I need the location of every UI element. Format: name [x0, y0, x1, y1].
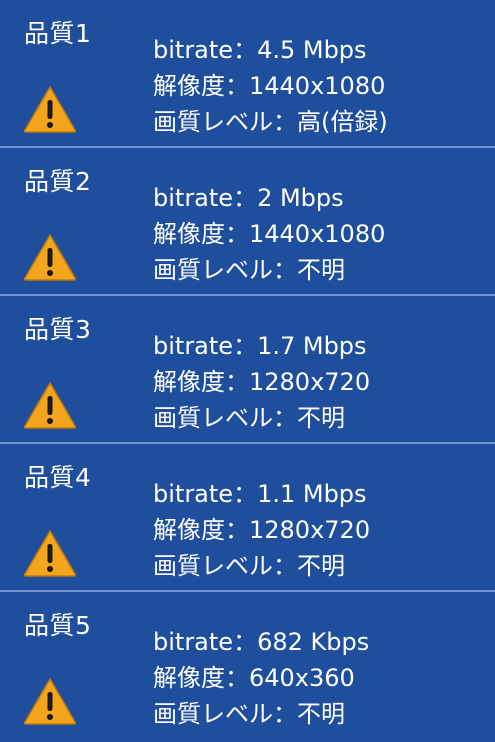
resolution-label: 解像度： [153, 220, 249, 248]
quality-level-line: 画質レベル：不明 [153, 548, 370, 584]
bitrate-value: 1.7 Mbps [257, 332, 367, 360]
item-details: bitrate：4.5 Mbps 解像度：1440x1080 画質レベル：高(倍… [153, 32, 388, 140]
bitrate-label: bitrate： [153, 184, 258, 212]
list-item-quality-4[interactable]: 品質4 bitrate：1.1 Mbps 解像度：1280x720 画質レベル：… [0, 444, 495, 592]
quality-level-line: 画質レベル：不明 [153, 696, 369, 732]
quality-level-label: 画質レベル： [153, 552, 297, 580]
warning-triangle-icon [22, 84, 78, 134]
quality-level-value: 不明 [297, 404, 345, 432]
quality-level-line: 画質レベル：不明 [153, 252, 385, 288]
item-title: 品質5 [24, 611, 92, 640]
quality-level-value: 高(倍録) [297, 108, 388, 136]
warning-triangle-icon [22, 528, 78, 578]
bitrate-line: bitrate：1.1 Mbps [153, 476, 370, 512]
bitrate-line: bitrate：682 Kbps [153, 624, 369, 660]
bitrate-label: bitrate： [153, 36, 258, 64]
bitrate-label: bitrate： [153, 332, 258, 360]
bitrate-value: 4.5 Mbps [257, 36, 367, 64]
resolution-line: 解像度：1280x720 [153, 364, 370, 400]
resolution-value: 640x360 [249, 664, 355, 692]
quality-level-value: 不明 [297, 552, 345, 580]
quality-level-label: 画質レベル： [153, 404, 297, 432]
resolution-line: 解像度：1440x1080 [153, 68, 388, 104]
quality-level-line: 画質レベル：不明 [153, 400, 370, 436]
item-details: bitrate：2 Mbps 解像度：1440x1080 画質レベル：不明 [153, 180, 385, 288]
warning-triangle-icon [22, 380, 78, 430]
quality-level-label: 画質レベル： [153, 256, 297, 284]
item-details: bitrate：682 Kbps 解像度：640x360 画質レベル：不明 [153, 624, 369, 732]
resolution-value: 1280x720 [249, 516, 371, 544]
quality-level-label: 画質レベル： [153, 108, 297, 136]
quality-list: 品質1 bitrate：4.5 Mbps 解像度：1440x1080 画質レベル… [0, 0, 495, 742]
bitrate-value: 1.1 Mbps [257, 480, 367, 508]
item-details: bitrate：1.7 Mbps 解像度：1280x720 画質レベル：不明 [153, 328, 370, 436]
bitrate-line: bitrate：2 Mbps [153, 180, 385, 216]
resolution-label: 解像度： [153, 72, 249, 100]
resolution-line: 解像度：1280x720 [153, 512, 370, 548]
resolution-line: 解像度：640x360 [153, 660, 369, 696]
resolution-label: 解像度： [153, 516, 249, 544]
bitrate-label: bitrate： [153, 628, 258, 656]
quality-level-value: 不明 [297, 256, 345, 284]
quality-level-line: 画質レベル：高(倍録) [153, 104, 388, 140]
item-title: 品質3 [24, 315, 92, 344]
item-title: 品質2 [24, 167, 92, 196]
quality-level-value: 不明 [297, 700, 345, 728]
resolution-value: 1280x720 [249, 368, 371, 396]
quality-level-label: 画質レベル： [153, 700, 297, 728]
resolution-value: 1440x1080 [249, 72, 386, 100]
bitrate-value: 2 Mbps [257, 184, 344, 212]
resolution-label: 解像度： [153, 664, 249, 692]
bitrate-line: bitrate：4.5 Mbps [153, 32, 388, 68]
resolution-label: 解像度： [153, 368, 249, 396]
warning-triangle-icon [22, 676, 78, 726]
list-item-quality-1[interactable]: 品質1 bitrate：4.5 Mbps 解像度：1440x1080 画質レベル… [0, 0, 495, 148]
list-item-quality-3[interactable]: 品質3 bitrate：1.7 Mbps 解像度：1280x720 画質レベル：… [0, 296, 495, 444]
resolution-line: 解像度：1440x1080 [153, 216, 385, 252]
bitrate-line: bitrate：1.7 Mbps [153, 328, 370, 364]
item-title: 品質1 [24, 19, 92, 48]
list-item-quality-5[interactable]: 品質5 bitrate：682 Kbps 解像度：640x360 画質レベル：不… [0, 592, 495, 742]
resolution-value: 1440x1080 [249, 220, 386, 248]
warning-triangle-icon [22, 232, 78, 282]
list-item-quality-2[interactable]: 品質2 bitrate：2 Mbps 解像度：1440x1080 画質レベル：不… [0, 148, 495, 296]
item-title: 品質4 [24, 463, 92, 492]
bitrate-label: bitrate： [153, 480, 258, 508]
bitrate-value: 682 Kbps [257, 628, 370, 656]
item-details: bitrate：1.1 Mbps 解像度：1280x720 画質レベル：不明 [153, 476, 370, 584]
